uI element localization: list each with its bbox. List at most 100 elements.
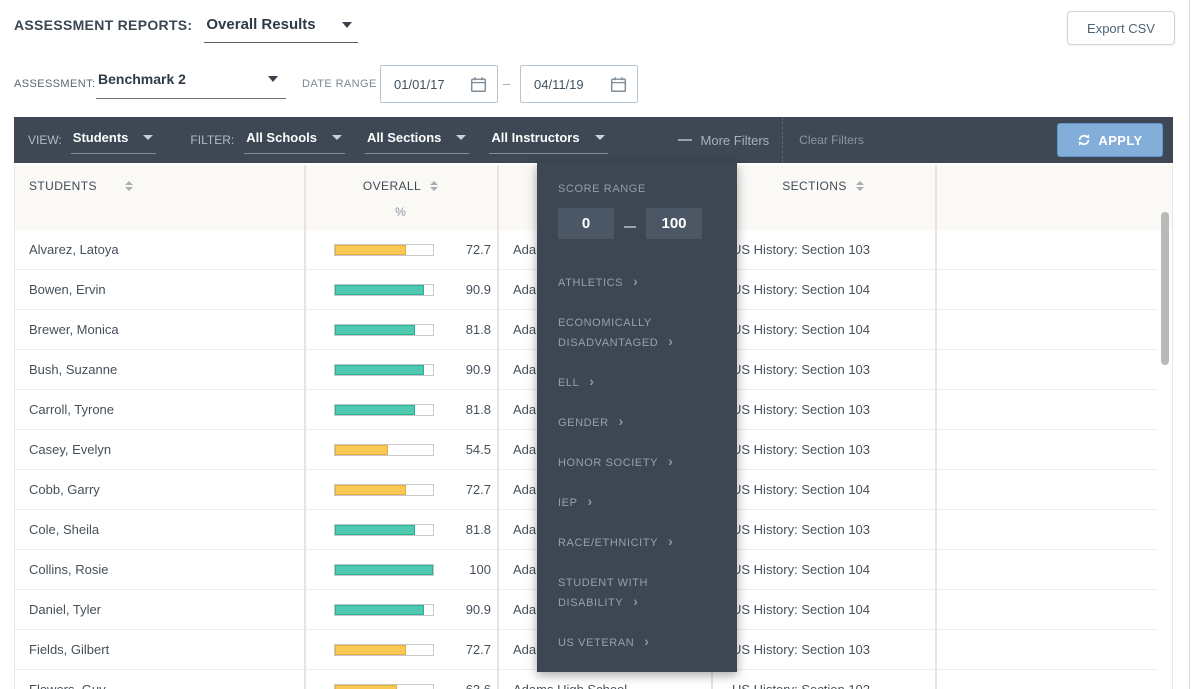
overall-score-value: 72.7 [441, 230, 491, 269]
caret-down-icon [143, 135, 153, 140]
chevron-right-icon: › [668, 333, 673, 349]
student-name-cell: Bush, Suzanne [29, 350, 117, 389]
sort-icon [125, 181, 133, 191]
overall-score-bar-fill [335, 485, 406, 495]
overall-score-bar-fill [335, 645, 406, 655]
overall-column-header[interactable]: OVERALL [304, 179, 497, 193]
overall-header-label: OVERALL [363, 179, 421, 193]
sort-icon [856, 181, 864, 191]
assessment-label: ASSESSMENT: [14, 78, 95, 90]
report-type-dropdown[interactable]: Overall Results [204, 14, 357, 43]
overall-score-value: 72.7 [441, 630, 491, 669]
overall-score-bar [334, 484, 434, 496]
column-divider [497, 165, 499, 689]
section-cell: US History: Section 104 [732, 590, 870, 629]
column-divider [304, 165, 306, 689]
filter-item-label: GENDER [558, 417, 609, 429]
reports-header: ASSESSMENT REPORTS: Overall Results [14, 14, 358, 43]
score-range-inputs [558, 208, 723, 239]
student-name-cell: Cole, Sheila [29, 510, 99, 549]
export-csv-button[interactable]: Export CSV [1067, 11, 1175, 45]
chevron-right-icon: › [588, 493, 593, 509]
overall-score-bar [334, 604, 434, 616]
sections-header-label: SECTIONS [782, 179, 847, 193]
date-from-input[interactable]: 01/01/17 [380, 65, 498, 103]
filter-item-gender[interactable]: GENDER › [558, 413, 730, 433]
section-cell: US History: Section 104 [732, 470, 870, 509]
vertical-scrollbar-thumb[interactable] [1161, 212, 1169, 365]
overall-score-bar [334, 284, 434, 296]
section-cell: US History: Section 104 [732, 550, 870, 589]
calendar-icon[interactable] [470, 76, 487, 93]
overall-score-value: 54.5 [441, 430, 491, 469]
overall-score-value: 90.9 [441, 270, 491, 309]
report-type-value: Overall Results [206, 16, 315, 33]
filters-toolbar: VIEW: Students FILTER: All Schools All S… [14, 117, 1173, 163]
overall-score-bar-fill [335, 525, 415, 535]
section-cell: US History: Section 103 [732, 350, 870, 389]
overall-unit-label: % [304, 205, 497, 219]
clear-filters-button[interactable]: Clear Filters [799, 133, 864, 147]
view-value: Students [73, 130, 129, 145]
schools-dropdown[interactable]: All Schools [244, 128, 345, 154]
filter-item-iep[interactable]: IEP› [558, 493, 730, 513]
section-cell: US History: Section 103 [732, 230, 870, 269]
date-to-value: 04/11/19 [534, 77, 584, 92]
caret-down-icon [456, 135, 466, 140]
calendar-icon[interactable] [610, 76, 627, 93]
students-column-header[interactable]: STUDENTS [29, 179, 133, 193]
overall-score-value: 81.8 [441, 310, 491, 349]
overall-score-bar [334, 404, 434, 416]
overall-score-bar [334, 324, 434, 336]
student-name-cell: Fields, Gilbert [29, 630, 109, 669]
overall-score-bar-fill [335, 325, 415, 335]
date-range-label: DATE RANGE [302, 78, 377, 90]
chevron-right-icon: › [619, 413, 624, 429]
view-dropdown[interactable]: Students [71, 128, 157, 154]
sections-column-header[interactable]: SECTIONS [711, 179, 935, 193]
score-min-input[interactable] [558, 208, 614, 239]
section-cell: US History: Section 103 [732, 510, 870, 549]
score-range-dash [624, 226, 636, 228]
caret-down-icon [595, 135, 605, 140]
filter-item-label: ATHLETICS [558, 277, 623, 289]
date-to-input[interactable]: 04/11/19 [520, 65, 638, 103]
overall-score-bar-fill [335, 245, 406, 255]
section-cell: US History: Section 104 [732, 270, 870, 309]
student-name-cell: Casey, Evelyn [29, 430, 111, 469]
view-label: VIEW: [28, 133, 62, 147]
student-name-cell: Carroll, Tyrone [29, 390, 114, 429]
instructors-dropdown[interactable]: All Instructors [489, 128, 607, 154]
overall-score-bar [334, 524, 434, 536]
filter-item-race-ethnicity[interactable]: RACE/ETHNICITY› [558, 533, 730, 553]
filter-item-label: ECONOMICALLY DISADVANTAGED [558, 317, 658, 349]
filter-item-honor-society[interactable]: HONOR SOCIETY› [558, 453, 730, 473]
overall-score-value: 81.8 [441, 390, 491, 429]
filter-item-ell[interactable]: ELL› [558, 373, 730, 393]
student-name-cell: Collins, Rosie [29, 550, 108, 589]
overall-score-bar-fill [335, 565, 433, 575]
apply-button[interactable]: APPLY [1057, 123, 1163, 157]
section-cell: US History: Section 103 [732, 630, 870, 669]
overall-score-bar-fill [335, 285, 424, 295]
schools-value: All Schools [246, 130, 317, 145]
refresh-icon [1077, 133, 1091, 147]
filter-item-athletics[interactable]: ATHLETICS › [558, 273, 730, 293]
assessment-dropdown[interactable]: Benchmark 2 [96, 67, 286, 99]
collapse-minus-icon [678, 139, 692, 141]
chevron-right-icon: › [633, 273, 638, 289]
overall-score-bar-fill [335, 685, 397, 689]
reports-title-label: ASSESSMENT REPORTS: [14, 14, 192, 33]
sections-dropdown[interactable]: All Sections [365, 128, 469, 154]
section-cell: US History: Section 102 [732, 670, 870, 689]
filter-item-us-veteran[interactable]: US VETERAN› [558, 633, 730, 653]
column-divider [935, 165, 937, 689]
assessment-value: Benchmark 2 [98, 71, 186, 87]
more-filters-toggle[interactable]: More Filters [701, 133, 770, 148]
filter-item-student-with-disability[interactable]: STUDENT WITH DISABILITY› [558, 573, 730, 613]
filter-item-economically-disadvantaged[interactable]: ECONOMICALLY DISADVANTAGED › [558, 313, 730, 353]
score-max-input[interactable] [646, 208, 702, 239]
section-cell: US History: Section 104 [732, 310, 870, 349]
date-from-value: 01/01/17 [394, 77, 445, 92]
sort-icon [430, 181, 438, 191]
